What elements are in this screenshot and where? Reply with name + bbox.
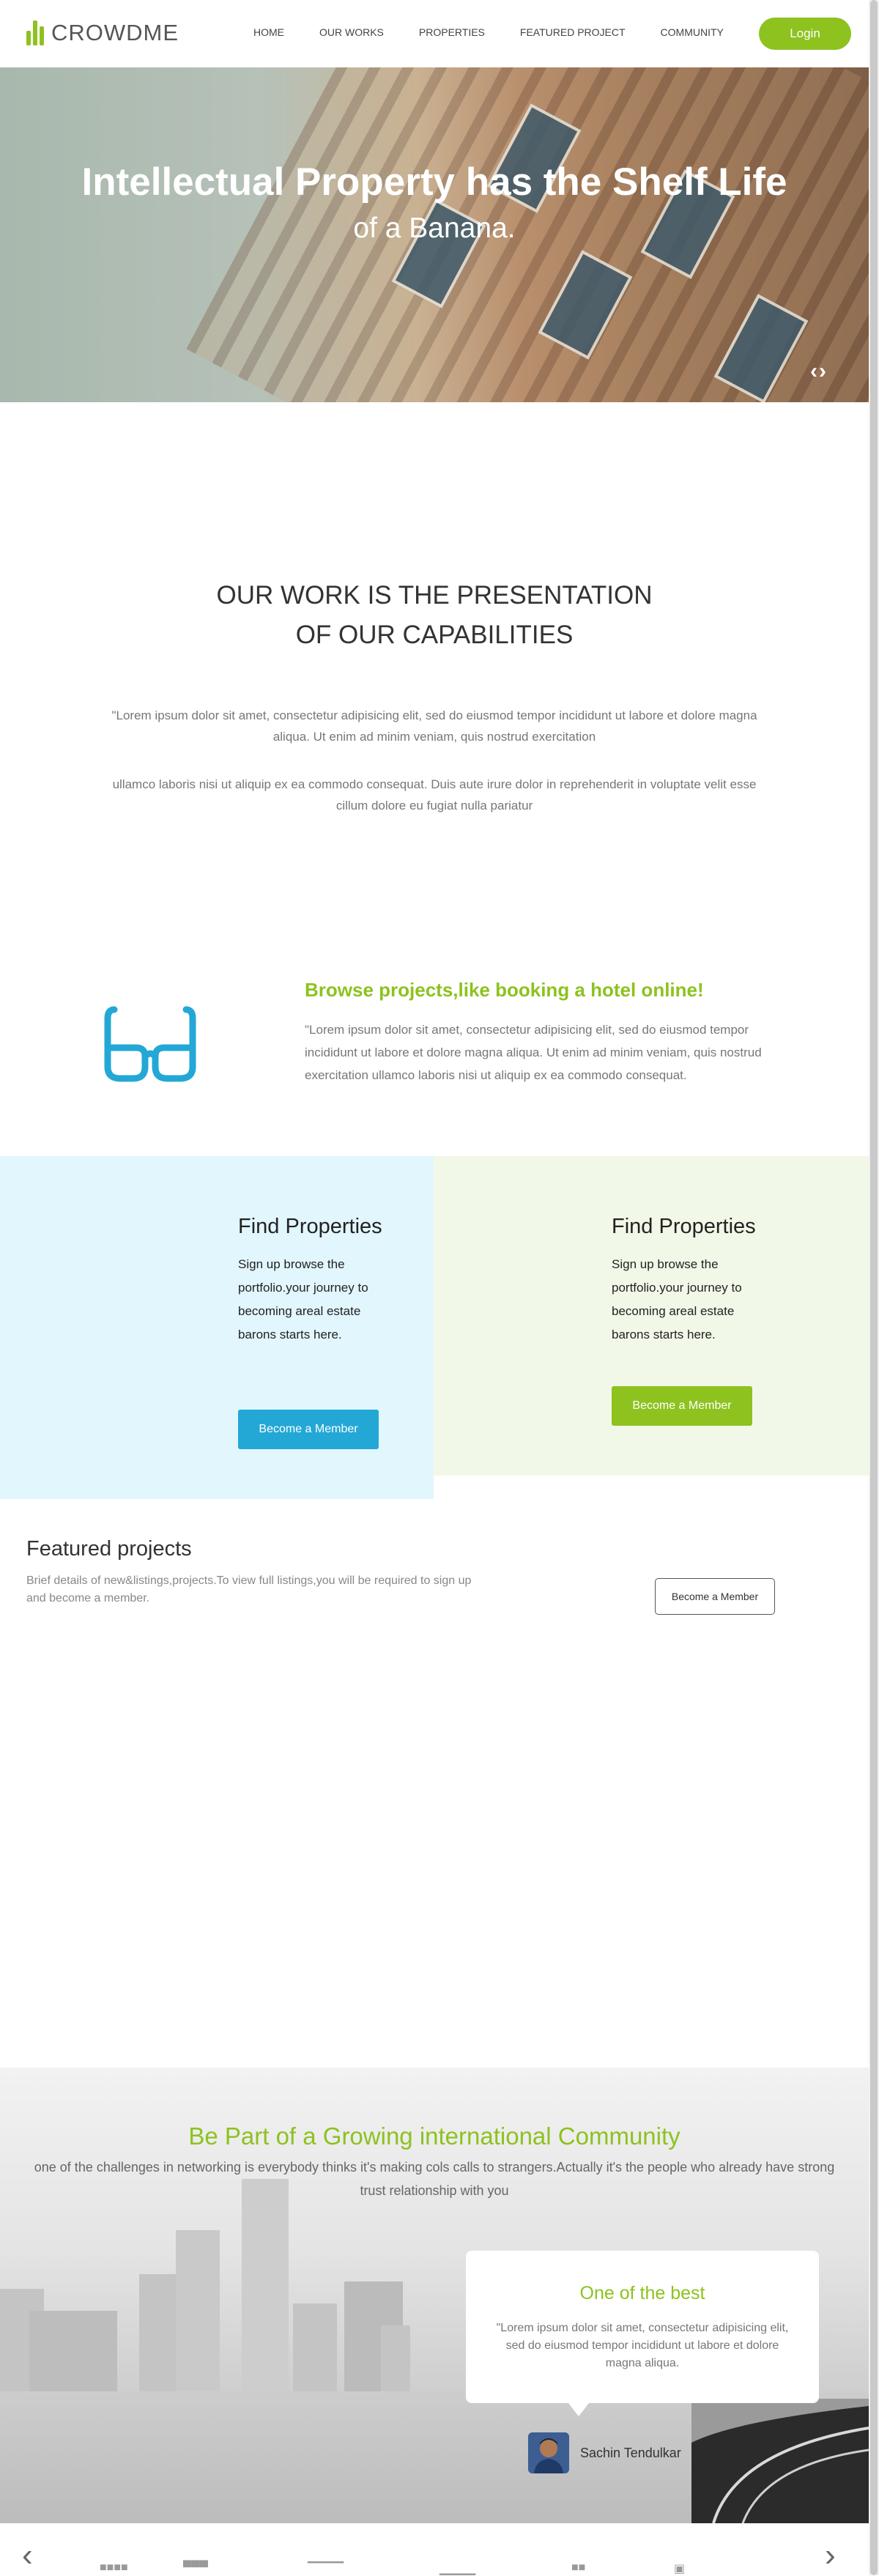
skyline-building	[29, 2311, 117, 2391]
find-properties-text-right: Sign up browse the portfolio.your journe…	[612, 1257, 742, 1341]
browse-title: Browse projects,like booking a hotel onl…	[305, 979, 704, 1001]
nav-community[interactable]: COMMUNITY	[661, 26, 724, 38]
testimonial-text: "Lorem ipsum dolor sit amet, consectetur…	[496, 2322, 789, 2369]
become-member-button-right[interactable]: Become a Member	[612, 1386, 752, 1426]
testimonial-author: Sachin Tendulkar	[580, 2446, 681, 2460]
partner-logo: ■■■■	[100, 2561, 128, 2574]
find-properties-text-left: Sign up browse the portfolio.your journe…	[238, 1257, 368, 1341]
nav-featured-project[interactable]: FEATURED PROJECT	[520, 26, 626, 38]
partner-logo: ▀▀▀	[183, 2561, 209, 2574]
partner-logo: ■■	[571, 2561, 586, 2574]
capabilities-title-line1: OUR WORK IS THE PRESENTATION	[216, 581, 653, 610]
capabilities-title: OUR WORK IS THE PRESENTATION OF OUR CAPA…	[0, 576, 869, 655]
avatar	[528, 2432, 569, 2473]
community-title: Be Part of a Growing international Commu…	[188, 2122, 680, 2150]
hero-subheadline: of a Banana.	[353, 212, 516, 244]
become-member-button-left[interactable]: Become a Member	[238, 1410, 379, 1449]
glasses-icon	[104, 1004, 196, 1088]
capabilities-paragraph-1: "Lorem ipsum dolor sit amet, consectetur…	[111, 708, 757, 744]
find-properties-title-left: Find Properties	[238, 1215, 382, 1238]
scrollbar-thumb[interactable]	[870, 0, 878, 2575]
skyline-building	[176, 2230, 220, 2391]
skyline-building	[381, 2325, 410, 2391]
testimonial-title: One of the best	[579, 2283, 705, 2303]
skyline-building	[293, 2303, 337, 2391]
hero-slider-arrows-icon[interactable]: ‹›	[810, 359, 828, 384]
nav-our-works[interactable]: OUR WORKS	[319, 26, 384, 38]
testimonial-card: One of the best "Lorem ipsum dolor sit a…	[466, 2251, 819, 2416]
main-nav: HOME OUR WORKS PROPERTIES FEATURED PROJE…	[253, 26, 724, 38]
page-scrollbar[interactable]	[869, 0, 879, 2575]
find-properties-title-right: Find Properties	[612, 1215, 756, 1238]
capabilities-paragraph-2: ullamco laboris nisi ut aliquip ex ea co…	[112, 777, 757, 813]
partner-logo: ▣	[674, 2563, 686, 2575]
logo-bars-icon	[26, 21, 44, 45]
logo-text: CROWDME	[51, 20, 179, 45]
capabilities-title-line2: OF OUR CAPABILITIES	[295, 621, 574, 649]
partner-logo: ▔▔▔▔	[308, 2563, 344, 2575]
chevron-left-icon[interactable]: ‹	[22, 2539, 33, 2572]
featured-become-member-button[interactable]: Become a Member	[655, 1578, 775, 1615]
featured-projects-text: Brief details of new&listings,projects.T…	[26, 1574, 472, 1605]
partner-logos-strip: ‹ › ■■■■ ▀▀▀ ▔▔▔▔ ▁▁▁▁ ■■ ▣	[0, 2523, 869, 2575]
login-button[interactable]: Login	[759, 18, 851, 50]
railing-image	[691, 2399, 869, 2523]
community-section: Be Part of a Growing international Commu…	[0, 2068, 869, 2523]
browse-text: "Lorem ipsum dolor sit amet, consectetur…	[305, 1023, 762, 1082]
community-text: one of the challenges in networking is e…	[34, 2160, 835, 2198]
hero-headline: Intellectual Property has the Shelf Life	[81, 160, 787, 204]
site-header: CROWDME HOME OUR WORKS PROPERTIES FEATUR…	[0, 0, 869, 67]
featured-projects-title: Featured projects	[26, 1537, 192, 1561]
partner-logo: ▁▁▁▁	[440, 2563, 476, 2575]
hero-banner: Intellectual Property has the Shelf Life…	[0, 67, 869, 402]
chevron-right-icon[interactable]: ›	[825, 2539, 836, 2572]
skyline-building	[242, 2179, 289, 2391]
logo[interactable]: CROWDME	[26, 21, 179, 45]
nav-properties[interactable]: PROPERTIES	[419, 26, 485, 38]
nav-home[interactable]: HOME	[253, 26, 284, 38]
